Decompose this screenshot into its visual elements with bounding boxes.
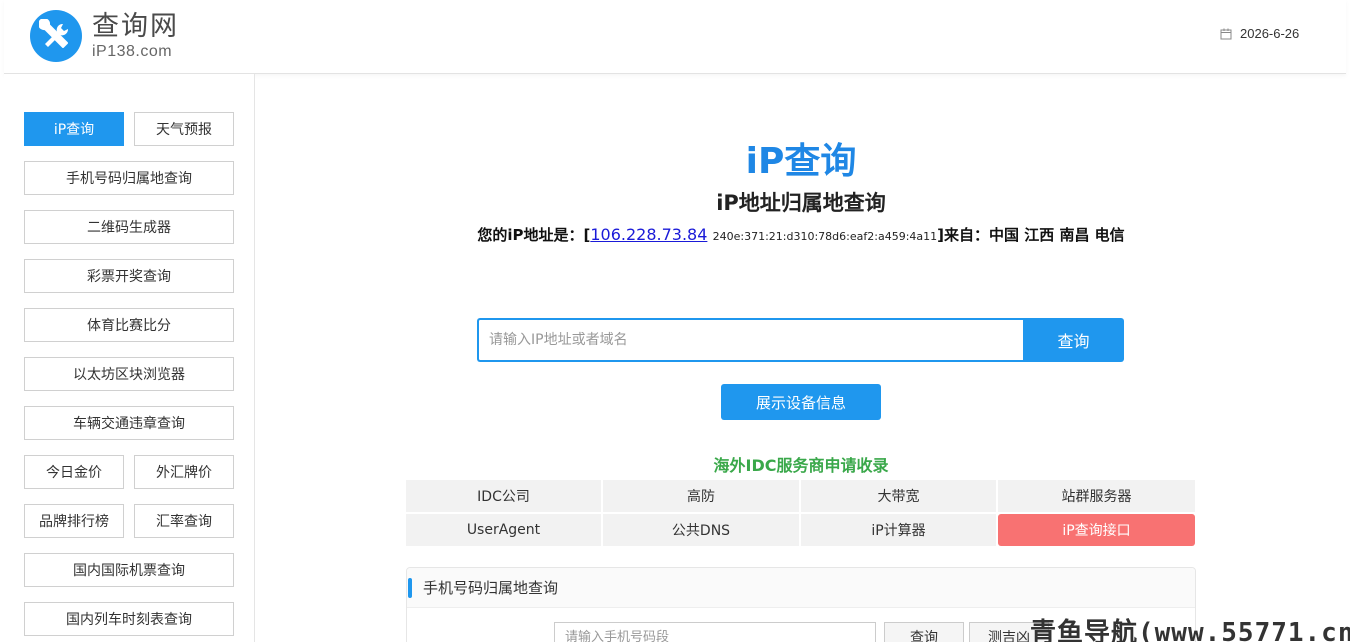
sidebar-item-gold[interactable]: 今日金价 (24, 455, 124, 489)
ipv6-text: 240e:371:21:d310:78d6:eaf2:a459:4a11 (712, 230, 938, 243)
site-logo[interactable]: 查询网 iP138.com (30, 10, 179, 62)
grid-item-site-group[interactable]: 站群服务器 (998, 480, 1195, 512)
grid-item-public-dns[interactable]: 公共DNS (603, 514, 799, 546)
idc-title-link[interactable]: 海外IDC服务商申请收录 (256, 452, 1346, 476)
search-input[interactable] (477, 318, 1023, 362)
sidebar-item-forex[interactable]: 外汇牌价 (134, 455, 234, 489)
sidebar-item-phone-location[interactable]: 手机号码归属地查询 (24, 161, 234, 195)
sidebar: iP查询 天气预报 手机号码归属地查询 二维码生成器 彩票开奖查询 体育比赛比分… (4, 74, 255, 642)
ip-info: 您的iP地址是：[106.228.73.84 240e:371:21:d310:… (256, 224, 1346, 245)
sidebar-item-lottery[interactable]: 彩票开奖查询 (24, 259, 234, 293)
ipv4-link[interactable]: 106.228.73.84 (590, 225, 707, 244)
header: 查询网 iP138.com 2026-6-26 (4, 0, 1346, 74)
page-subtitle: iP地址归属地查询 (716, 191, 886, 215)
sidebar-item-brand-rank[interactable]: 品牌排行榜 (24, 504, 124, 538)
sidebar-item-ethereum[interactable]: 以太坊区块浏览器 (24, 357, 234, 391)
logo-subtitle: iP138.com (92, 42, 173, 60)
sidebar-item-traffic[interactable]: 车辆交通违章查询 (24, 406, 234, 440)
tools-icon (30, 10, 82, 62)
sidebar-item-ip-query[interactable]: iP查询 (24, 112, 124, 146)
phone-panel-title: 手机号码归属地查询 (423, 579, 559, 597)
watermark: 青鱼导航(www.55771.cn) (1030, 618, 1350, 642)
sidebar-item-trains[interactable]: 国内列车时刻表查询 (24, 602, 234, 636)
grid-item-ip-api[interactable]: iP查询接口 (998, 514, 1195, 546)
ip-location: ]来自：中国 江西 南昌 电信 (937, 226, 1125, 244)
date-text: 2026-6-26 (1240, 26, 1300, 41)
phone-input[interactable] (554, 622, 876, 642)
grid-item-ip-calculator[interactable]: iP计算器 (801, 514, 996, 546)
show-device-info-button[interactable]: 展示设备信息 (721, 384, 881, 420)
page-title: iP查询 (745, 141, 857, 182)
main-content: iP查询 iP地址归属地查询 您的iP地址是：[106.228.73.84 24… (256, 74, 1346, 642)
grid-item-idc[interactable]: IDC公司 (406, 480, 601, 512)
sidebar-item-flights[interactable]: 国内国际机票查询 (24, 553, 234, 587)
grid-item-bandwidth[interactable]: 大带宽 (801, 480, 996, 512)
sidebar-item-weather[interactable]: 天气预报 (134, 112, 234, 146)
search-button[interactable]: 查询 (1023, 318, 1124, 362)
panel-accent-bar (408, 577, 412, 598)
logo-title: 查询网 (92, 10, 179, 42)
calendar-icon (1220, 28, 1232, 39)
date-display: 2026-6-26 (1220, 26, 1299, 41)
grid-item-useragent[interactable]: UserAgent (406, 514, 601, 546)
ip-prefix: 您的iP地址是：[ (477, 226, 591, 244)
sidebar-item-qrcode[interactable]: 二维码生成器 (24, 210, 234, 244)
search-bar: 查询 (477, 318, 1124, 362)
grid-item-ddos[interactable]: 高防 (603, 480, 799, 512)
sidebar-item-sports[interactable]: 体育比赛比分 (24, 308, 234, 342)
sidebar-item-exchange-rate[interactable]: 汇率查询 (134, 504, 234, 538)
phone-query-button[interactable]: 查询 (884, 622, 964, 642)
